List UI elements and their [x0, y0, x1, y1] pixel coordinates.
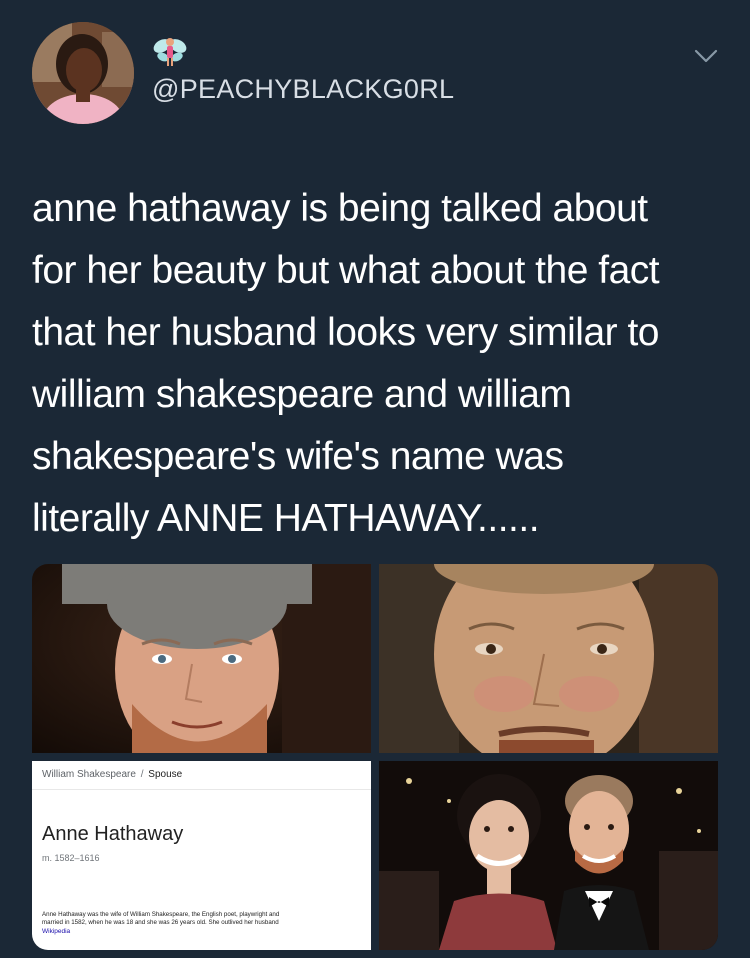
tweet-text-line: literally ANNE HATHAWAY...... — [32, 497, 540, 540]
breadcrumb-parent: William Shakespeare — [42, 769, 136, 780]
tweet-text-line: that her husband looks very similar to — [32, 311, 659, 354]
card-breadcrumb: William Shakespeare / Spouse — [42, 769, 182, 780]
card-title: Anne Hathaway — [42, 823, 184, 845]
photo-couple-tuxedo[interactable] — [379, 761, 718, 950]
tweet-text-line: for her beauty but what about the fact — [32, 249, 660, 292]
card-description-line: Anne Hathaway was the wife of William Sh… — [42, 911, 280, 918]
tweet-screenshot: @PEACHYBLACKG0RL anne hathaway is being … — [0, 0, 750, 958]
breadcrumb-separator: / — [140, 769, 144, 780]
card-description: Anne Hathaway was the wife of William Sh… — [42, 911, 371, 927]
portrait-william-shakespeare[interactable] — [379, 564, 718, 753]
media-grid: William Shakespeare / Spouse Anne Hathaw… — [32, 564, 718, 950]
chevron-down-icon[interactable] — [692, 46, 720, 66]
card-dates: m. 1582–1616 — [42, 853, 100, 863]
photo-man-red-beard-image — [32, 564, 371, 753]
tweet-text: anne hathaway is being talked about for … — [32, 178, 722, 550]
avatar-image — [32, 22, 134, 124]
fairy-emoji-icon — [153, 38, 187, 66]
photo-couple-tuxedo-image — [379, 761, 718, 950]
card-divider — [32, 789, 371, 790]
breadcrumb-current: Spouse — [148, 769, 183, 780]
card-source-link: Wikipedia — [42, 928, 71, 935]
user-handle[interactable]: @PEACHYBLACKG0RL — [152, 74, 454, 105]
photo-man-red-beard[interactable] — [32, 564, 371, 753]
search-card-screenshot[interactable]: William Shakespeare / Spouse Anne Hathaw… — [32, 761, 371, 950]
tweet-text-line: anne hathaway is being talked about — [32, 187, 648, 230]
portrait-william-shakespeare-image — [379, 564, 718, 753]
tweet-text-line: william shakespeare and william — [32, 373, 572, 416]
user-avatar[interactable] — [32, 22, 134, 124]
card-description-line: married in 1582, when he was 18 and she … — [42, 919, 279, 926]
tweet-text-line: shakespeare's wife's name was — [32, 435, 564, 478]
